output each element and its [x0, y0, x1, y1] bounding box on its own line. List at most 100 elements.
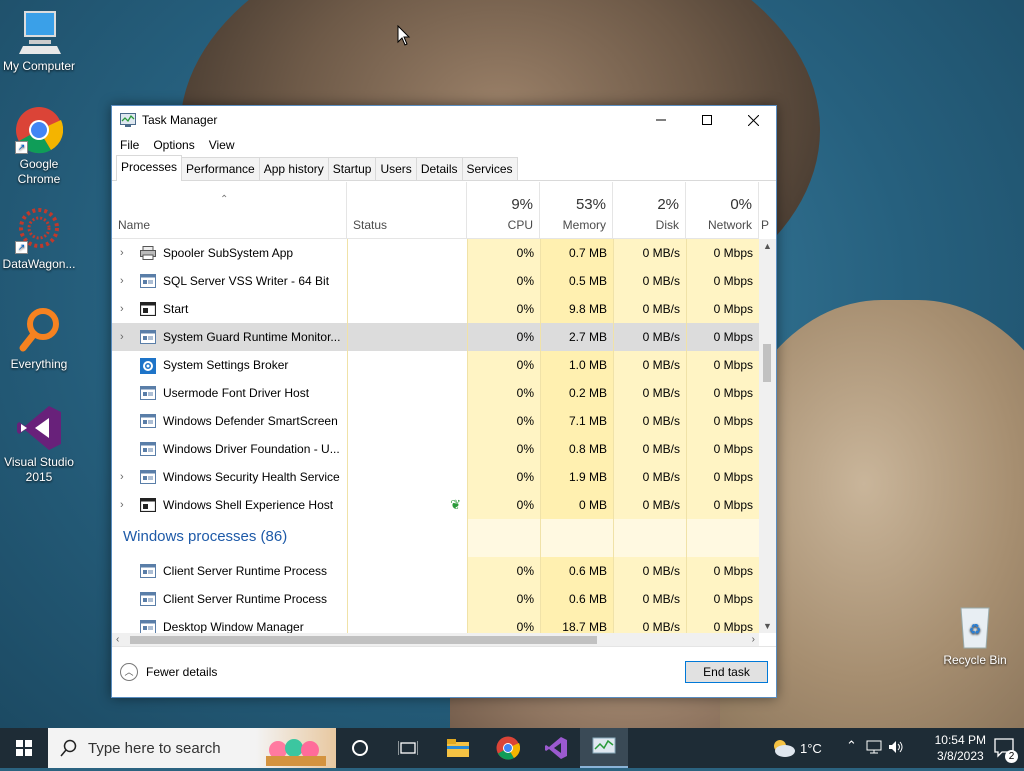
desktop-icon-everything[interactable]: Everything [0, 306, 79, 372]
visual-studio-icon [545, 737, 567, 759]
group-cpu-fill [467, 519, 540, 557]
chevron-up-icon[interactable]: ⌃ [846, 738, 857, 754]
table-row[interactable]: Windows Driver Foundation - U... 0% 0.8 MB… [112, 435, 759, 463]
column-divider [540, 239, 541, 633]
maximize-button[interactable] [684, 106, 730, 134]
task-manager-icon [120, 113, 136, 127]
fewer-details-label: Fewer details [146, 665, 218, 679]
datawagon-icon: ↗ [15, 206, 63, 254]
chevron-right-icon[interactable]: › [120, 463, 124, 491]
scroll-left-icon[interactable]: ‹ [116, 633, 119, 647]
scroll-right-icon[interactable]: › [752, 633, 755, 647]
weather-temperature[interactable]: 1°C [800, 741, 822, 756]
scroll-up-icon[interactable]: ▲ [763, 241, 772, 251]
column-header-memory[interactable]: 53% Memory [540, 182, 613, 238]
column-header-network[interactable]: 0% Network [686, 182, 759, 238]
menu-options[interactable]: Options [153, 138, 194, 152]
column-header-name[interactable]: ⌃ Name [112, 182, 347, 238]
window-title: Task Manager [142, 113, 218, 127]
cell-net: 0 Mbps [686, 435, 759, 463]
column-header-power[interactable]: P [759, 182, 776, 238]
process-rows: › Spooler SubSystem App 0% 0.7 MB 0 MB/s 0 Mb… [112, 239, 759, 633]
tab-services[interactable]: Services [461, 157, 518, 180]
cell-mem: 9.8 MB [540, 295, 613, 323]
table-row[interactable]: System Settings Broker 0% 1.0 MB 0 MB/s 0 Mb… [112, 351, 759, 379]
table-row[interactable]: › System Guard Runtime Monitor... 0% 2.7 MB… [112, 323, 759, 351]
menu-view[interactable]: View [209, 138, 235, 152]
desktop-icon-my-computer[interactable]: My Computer [0, 8, 79, 74]
tab-users[interactable]: Users [375, 157, 417, 180]
cell-mem: 0.6 MB [540, 585, 613, 613]
table-row[interactable]: › Windows Shell Experience Host ❦ 0% 0 MB 0 M… [112, 491, 759, 519]
menu-file[interactable]: File [120, 138, 139, 152]
cortana-button[interactable] [336, 728, 384, 768]
table-row[interactable]: Client Server Runtime Process 0% 0.6 MB 0 M… [112, 585, 759, 613]
desktop-icon-visual-studio[interactable]: Visual Studio 2015 [0, 404, 79, 485]
clock[interactable]: 10:54 PM 3/8/2023 [935, 732, 986, 764]
cell-mem: 0.2 MB [540, 379, 613, 407]
scroll-down-icon[interactable]: ▼ [763, 621, 772, 631]
cell-disk: 0 MB/s [613, 295, 686, 323]
group-header-windows-processes[interactable]: Windows processes (86) [112, 519, 759, 557]
chevron-right-icon[interactable]: › [120, 323, 124, 351]
fewer-details-button[interactable]: ︿ Fewer details [120, 663, 217, 681]
cell-mem: 0.6 MB [540, 557, 613, 585]
table-row[interactable]: Usermode Font Driver Host 0% 0.2 MB 0 MB/s 0… [112, 379, 759, 407]
volume-icon[interactable] [888, 740, 904, 757]
start-button[interactable] [0, 728, 48, 768]
vertical-scroll-thumb[interactable] [763, 344, 771, 382]
title-bar[interactable]: Task Manager [112, 106, 776, 134]
chevron-up-icon: ︿ [120, 663, 138, 681]
end-task-button[interactable]: End task [685, 661, 768, 683]
taskbar-visual-studio[interactable] [532, 728, 580, 768]
table-row[interactable]: Client Server Runtime Process 0% 0.6 MB 0 M… [112, 557, 759, 585]
cell-cpu: 0% [467, 463, 540, 491]
table-row[interactable]: Windows Defender SmartScreen 0% 7.1 MB 0 MB… [112, 407, 759, 435]
desktop-icon-label: Everything [10, 357, 68, 371]
column-header-status[interactable]: Status [347, 182, 467, 238]
column-header-disk[interactable]: 2% Disk [613, 182, 686, 238]
desktop-icon-recycle-bin[interactable]: ♻ Recycle Bin [935, 602, 1015, 668]
process-name: SQL Server VSS Writer - 64 Bit [163, 274, 330, 288]
cell-net: 0 Mbps [686, 239, 759, 267]
horizontal-scroll-thumb[interactable] [130, 636, 597, 644]
vertical-scrollbar[interactable]: ▲ ▼ [759, 239, 776, 633]
table-row[interactable]: Desktop Window Manager 0% 18.7 MB 0 MB/s 0 M… [112, 613, 759, 633]
table-row[interactable]: › Start 0% 9.8 MB 0 MB/s 0 Mbps [112, 295, 759, 323]
close-button[interactable] [730, 106, 776, 134]
column-divider [347, 239, 348, 633]
chevron-right-icon[interactable]: › [120, 267, 124, 295]
desktop-icon-datawagon[interactable]: ↗ DataWagon... [0, 206, 79, 272]
cell-status [347, 557, 467, 585]
table-row[interactable]: › Windows Security Health Service 0% 1.9 MB… [112, 463, 759, 491]
tab-app-history[interactable]: App history [258, 157, 329, 180]
minimize-button[interactable] [638, 106, 684, 134]
cell-net: 0 Mbps [686, 379, 759, 407]
table-row[interactable]: › SQL Server VSS Writer - 64 Bit 0% 0.5 MB 0… [112, 267, 759, 295]
weather-cloud-icon[interactable] [770, 738, 796, 761]
svg-text:♻: ♻ [969, 621, 982, 637]
chevron-right-icon[interactable]: › [120, 295, 124, 323]
taskbar-task-manager[interactable] [580, 728, 628, 768]
column-header-cpu[interactable]: 9% CPU [467, 182, 540, 238]
taskbar-file-explorer[interactable] [434, 728, 482, 768]
taskbar-search-box[interactable]: Type here to search [48, 728, 336, 768]
notifications-button[interactable]: 2 [994, 738, 1018, 763]
tab-performance[interactable]: Performance [181, 157, 260, 180]
chevron-right-icon[interactable]: › [120, 239, 124, 267]
chevron-right-icon[interactable]: › [120, 491, 124, 519]
network-icon[interactable] [866, 740, 882, 757]
network-total-percent: 0% [730, 196, 752, 213]
tab-processes[interactable]: Processes [116, 155, 183, 181]
desktop-icon-google-chrome[interactable]: ↗ Google Chrome [0, 106, 79, 187]
tab-startup[interactable]: Startup [327, 157, 377, 180]
taskbar-chrome[interactable] [484, 728, 532, 768]
visual-studio-icon [15, 404, 63, 452]
process-icon [140, 330, 156, 344]
table-row[interactable]: › Spooler SubSystem App 0% 0.7 MB 0 MB/s 0 Mb… [112, 239, 759, 267]
tab-details[interactable]: Details [415, 157, 463, 180]
cell-cpu: 0% [467, 239, 540, 267]
task-view-button[interactable] [384, 728, 432, 768]
horizontal-scrollbar[interactable]: ‹ › [112, 633, 759, 647]
cell-disk: 0 MB/s [613, 613, 686, 633]
